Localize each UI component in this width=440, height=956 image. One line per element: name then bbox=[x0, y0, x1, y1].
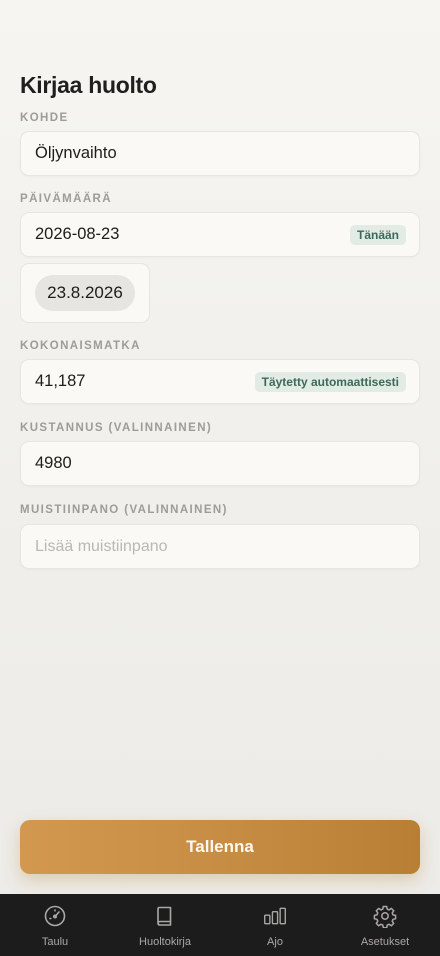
save-button[interactable]: Tallenna bbox=[20, 820, 420, 874]
note-field[interactable]: Lisää muistiinpano bbox=[20, 524, 420, 569]
cost-value: 4980 bbox=[35, 454, 72, 472]
date-value: 2026-08-23 bbox=[35, 225, 120, 243]
tab-bar: Taulu Huoltokirja Ajo Asetukset bbox=[0, 894, 440, 956]
target-value: Öljynvaihto bbox=[35, 144, 117, 162]
page-title: Kirjaa huolto bbox=[20, 72, 157, 98]
date-picker-value[interactable]: 23.8.2026 bbox=[35, 275, 135, 311]
today-badge[interactable]: Tänään bbox=[349, 224, 406, 245]
target-label: KOHDE bbox=[20, 112, 69, 124]
tab-dashboard-label: Taulu bbox=[41, 936, 69, 948]
tab-dashboard[interactable]: Taulu bbox=[0, 904, 110, 948]
target-field[interactable]: Öljynvaihto bbox=[20, 131, 420, 176]
gauge-icon bbox=[43, 904, 67, 933]
tab-settings-label: Asetukset bbox=[360, 936, 410, 948]
cost-field[interactable]: 4980 bbox=[20, 441, 420, 486]
cost-label: KUSTANNUS (VALINNAINEN) bbox=[20, 422, 213, 434]
tab-logbook-label: Huoltokirja bbox=[139, 936, 191, 948]
book-icon bbox=[153, 904, 177, 933]
tab-settings[interactable]: Asetukset bbox=[330, 904, 440, 948]
date-label: PÄIVÄMÄÄRÄ bbox=[20, 193, 112, 205]
note-placeholder: Lisää muistiinpano bbox=[35, 537, 168, 555]
odometer-label: KOKONAISMATKA bbox=[20, 340, 141, 352]
date-field[interactable]: 2026-08-23 Tänään bbox=[20, 212, 420, 257]
date-picker[interactable]: 23.8.2026 bbox=[20, 263, 150, 323]
tab-drive-label: Ajo bbox=[267, 936, 283, 948]
autofill-badge: Täytetty automaattisesti bbox=[254, 371, 406, 392]
gear-icon bbox=[373, 904, 397, 933]
tab-drive[interactable]: Ajo bbox=[220, 904, 330, 948]
odometer-value: 41,187 bbox=[35, 372, 86, 390]
tab-logbook[interactable]: Huoltokirja bbox=[110, 904, 220, 948]
note-label: MUISTIINPANO (VALINNAINEN) bbox=[20, 504, 228, 516]
odometer-field[interactable]: 41,187 Täytetty automaattisesti bbox=[20, 359, 420, 404]
bar-chart-icon bbox=[263, 904, 287, 933]
